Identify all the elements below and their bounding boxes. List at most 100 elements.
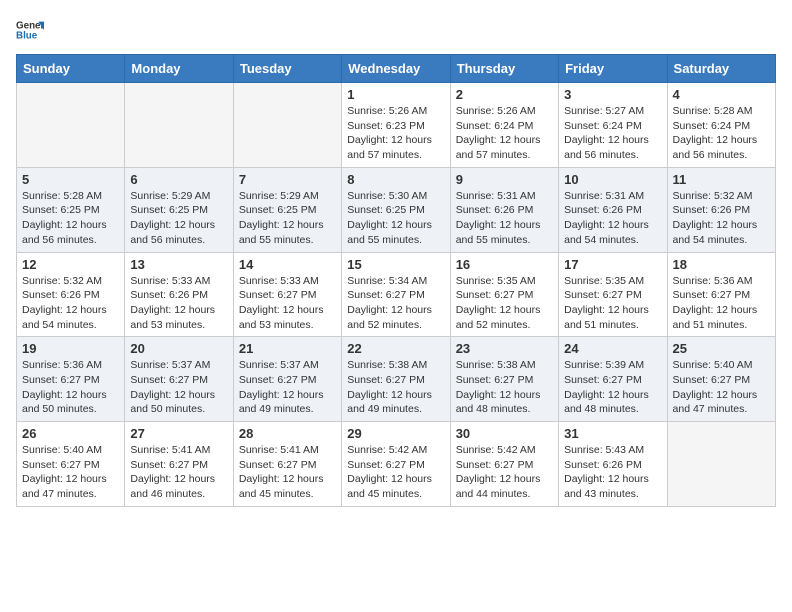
day-number: 7 <box>239 172 336 187</box>
day-number: 17 <box>564 257 661 272</box>
calendar-cell: 9 Sunrise: 5:31 AM Sunset: 6:26 PM Daylig… <box>450 167 558 252</box>
day-number: 24 <box>564 341 661 356</box>
day-number: 30 <box>456 426 553 441</box>
calendar-cell <box>17 83 125 168</box>
day-number: 11 <box>673 172 770 187</box>
calendar-cell: 20Sunrise: 5:37 AM Sunset: 6:27 PM Dayli… <box>125 337 233 422</box>
day-info: Sunrise: 5:40 AM Sunset: 6:27 PM Dayligh… <box>22 443 119 502</box>
calendar-cell: 5Sunrise: 5:28 AM Sunset: 6:25 PM Daylig… <box>17 167 125 252</box>
day-info: Sunrise: 5:26 AM Sunset: 6:23 PM Dayligh… <box>347 104 444 163</box>
calendar-cell: 13 Sunrise: 5:33 AM Sunset: 6:26 PM Dayli… <box>125 252 233 337</box>
header: General Blue <box>16 16 776 44</box>
calendar-cell: 10Sunrise: 5:31 AM Sunset: 6:26 PM Dayli… <box>559 167 667 252</box>
day-info: Sunrise: 5:41 AM Sunset: 6:27 PM Dayligh… <box>239 443 336 502</box>
day-info: Sunrise: 5:28 AM Sunset: 6:24 PM Dayligh… <box>673 104 770 163</box>
calendar-week-1: 1Sunrise: 5:26 AM Sunset: 6:23 PM Daylig… <box>17 83 776 168</box>
calendar-cell: 2 Sunrise: 5:26 AM Sunset: 6:24 PM Daylig… <box>450 83 558 168</box>
header-tuesday: Tuesday <box>233 55 341 83</box>
logo-icon: General Blue <box>16 16 44 44</box>
day-info: Sunrise: 5:36 AM Sunset: 6:27 PM Dayligh… <box>22 358 119 417</box>
calendar-cell: 15 Sunrise: 5:34 AM Sunset: 6:27 PM Dayli… <box>342 252 450 337</box>
day-number: 27 <box>130 426 227 441</box>
day-info: Sunrise: 5:32 AM Sunset: 6:26 PM Dayligh… <box>673 189 770 248</box>
day-number: 2 <box>456 87 553 102</box>
logo: General Blue <box>16 16 44 44</box>
day-info: Sunrise: 5:38 AM Sunset: 6:27 PM Dayligh… <box>347 358 444 417</box>
calendar-cell: 25 Sunrise: 5:40 AM Sunset: 6:27 PM Dayli… <box>667 337 775 422</box>
day-info: Sunrise: 5:43 AM Sunset: 6:26 PM Dayligh… <box>564 443 661 502</box>
calendar-week-3: 12Sunrise: 5:32 AM Sunset: 6:26 PM Dayli… <box>17 252 776 337</box>
calendar-cell <box>233 83 341 168</box>
day-info: Sunrise: 5:33 AM Sunset: 6:26 PM Dayligh… <box>130 274 227 333</box>
day-number: 15 <box>347 257 444 272</box>
calendar-cell: 27 Sunrise: 5:41 AM Sunset: 6:27 PM Dayli… <box>125 422 233 507</box>
day-info: Sunrise: 5:42 AM Sunset: 6:27 PM Dayligh… <box>456 443 553 502</box>
calendar-cell: 7 Sunrise: 5:29 AM Sunset: 6:25 PM Daylig… <box>233 167 341 252</box>
day-info: Sunrise: 5:27 AM Sunset: 6:24 PM Dayligh… <box>564 104 661 163</box>
day-info: Sunrise: 5:38 AM Sunset: 6:27 PM Dayligh… <box>456 358 553 417</box>
day-number: 20 <box>130 341 227 356</box>
header-sunday: Sunday <box>17 55 125 83</box>
header-saturday: Saturday <box>667 55 775 83</box>
day-number: 29 <box>347 426 444 441</box>
day-number: 13 <box>130 257 227 272</box>
day-info: Sunrise: 5:29 AM Sunset: 6:25 PM Dayligh… <box>130 189 227 248</box>
calendar-cell: 22 Sunrise: 5:38 AM Sunset: 6:27 PM Dayli… <box>342 337 450 422</box>
day-info: Sunrise: 5:33 AM Sunset: 6:27 PM Dayligh… <box>239 274 336 333</box>
day-number: 18 <box>673 257 770 272</box>
header-friday: Friday <box>559 55 667 83</box>
calendar-cell: 26 Sunrise: 5:40 AM Sunset: 6:27 PM Dayli… <box>17 422 125 507</box>
day-info: Sunrise: 5:32 AM Sunset: 6:26 PM Dayligh… <box>22 274 119 333</box>
calendar-cell: 3 Sunrise: 5:27 AM Sunset: 6:24 PM Daylig… <box>559 83 667 168</box>
day-number: 4 <box>673 87 770 102</box>
day-number: 25 <box>673 341 770 356</box>
day-number: 16 <box>456 257 553 272</box>
day-info: Sunrise: 5:41 AM Sunset: 6:27 PM Dayligh… <box>130 443 227 502</box>
day-info: Sunrise: 5:37 AM Sunset: 6:27 PM Dayligh… <box>239 358 336 417</box>
calendar-header-row: SundayMondayTuesdayWednesdayThursdayFrid… <box>17 55 776 83</box>
calendar-cell: 11 Sunrise: 5:32 AM Sunset: 6:26 PM Dayli… <box>667 167 775 252</box>
calendar-week-5: 26 Sunrise: 5:40 AM Sunset: 6:27 PM Dayli… <box>17 422 776 507</box>
day-number: 6 <box>130 172 227 187</box>
day-number: 14 <box>239 257 336 272</box>
day-info: Sunrise: 5:29 AM Sunset: 6:25 PM Dayligh… <box>239 189 336 248</box>
day-info: Sunrise: 5:30 AM Sunset: 6:25 PM Dayligh… <box>347 189 444 248</box>
calendar-cell: 30 Sunrise: 5:42 AM Sunset: 6:27 PM Dayli… <box>450 422 558 507</box>
calendar-cell: 28 Sunrise: 5:41 AM Sunset: 6:27 PM Dayli… <box>233 422 341 507</box>
day-info: Sunrise: 5:34 AM Sunset: 6:27 PM Dayligh… <box>347 274 444 333</box>
calendar-cell: 19 Sunrise: 5:36 AM Sunset: 6:27 PM Dayli… <box>17 337 125 422</box>
calendar-cell: 4 Sunrise: 5:28 AM Sunset: 6:24 PM Daylig… <box>667 83 775 168</box>
day-number: 21 <box>239 341 336 356</box>
day-number: 28 <box>239 426 336 441</box>
calendar-cell: 12Sunrise: 5:32 AM Sunset: 6:26 PM Dayli… <box>17 252 125 337</box>
calendar-table: SundayMondayTuesdayWednesdayThursdayFrid… <box>16 54 776 507</box>
calendar-cell: 8 Sunrise: 5:30 AM Sunset: 6:25 PM Daylig… <box>342 167 450 252</box>
day-number: 8 <box>347 172 444 187</box>
day-info: Sunrise: 5:35 AM Sunset: 6:27 PM Dayligh… <box>564 274 661 333</box>
day-number: 22 <box>347 341 444 356</box>
calendar-cell: 14 Sunrise: 5:33 AM Sunset: 6:27 PM Dayli… <box>233 252 341 337</box>
calendar-week-4: 19 Sunrise: 5:36 AM Sunset: 6:27 PM Dayli… <box>17 337 776 422</box>
day-number: 10 <box>564 172 661 187</box>
svg-text:Blue: Blue <box>16 30 38 41</box>
day-number: 31 <box>564 426 661 441</box>
day-number: 3 <box>564 87 661 102</box>
day-number: 9 <box>456 172 553 187</box>
calendar-cell <box>125 83 233 168</box>
day-number: 23 <box>456 341 553 356</box>
day-info: Sunrise: 5:42 AM Sunset: 6:27 PM Dayligh… <box>347 443 444 502</box>
calendar-cell: 6 Sunrise: 5:29 AM Sunset: 6:25 PM Daylig… <box>125 167 233 252</box>
calendar-cell: 16 Sunrise: 5:35 AM Sunset: 6:27 PM Dayli… <box>450 252 558 337</box>
calendar-week-2: 5Sunrise: 5:28 AM Sunset: 6:25 PM Daylig… <box>17 167 776 252</box>
calendar-cell: 31 Sunrise: 5:43 AM Sunset: 6:26 PM Dayli… <box>559 422 667 507</box>
day-info: Sunrise: 5:28 AM Sunset: 6:25 PM Dayligh… <box>22 189 119 248</box>
header-monday: Monday <box>125 55 233 83</box>
day-info: Sunrise: 5:40 AM Sunset: 6:27 PM Dayligh… <box>673 358 770 417</box>
day-number: 26 <box>22 426 119 441</box>
day-info: Sunrise: 5:39 AM Sunset: 6:27 PM Dayligh… <box>564 358 661 417</box>
day-info: Sunrise: 5:35 AM Sunset: 6:27 PM Dayligh… <box>456 274 553 333</box>
day-info: Sunrise: 5:31 AM Sunset: 6:26 PM Dayligh… <box>456 189 553 248</box>
day-info: Sunrise: 5:26 AM Sunset: 6:24 PM Dayligh… <box>456 104 553 163</box>
calendar-cell: 1Sunrise: 5:26 AM Sunset: 6:23 PM Daylig… <box>342 83 450 168</box>
day-number: 19 <box>22 341 119 356</box>
